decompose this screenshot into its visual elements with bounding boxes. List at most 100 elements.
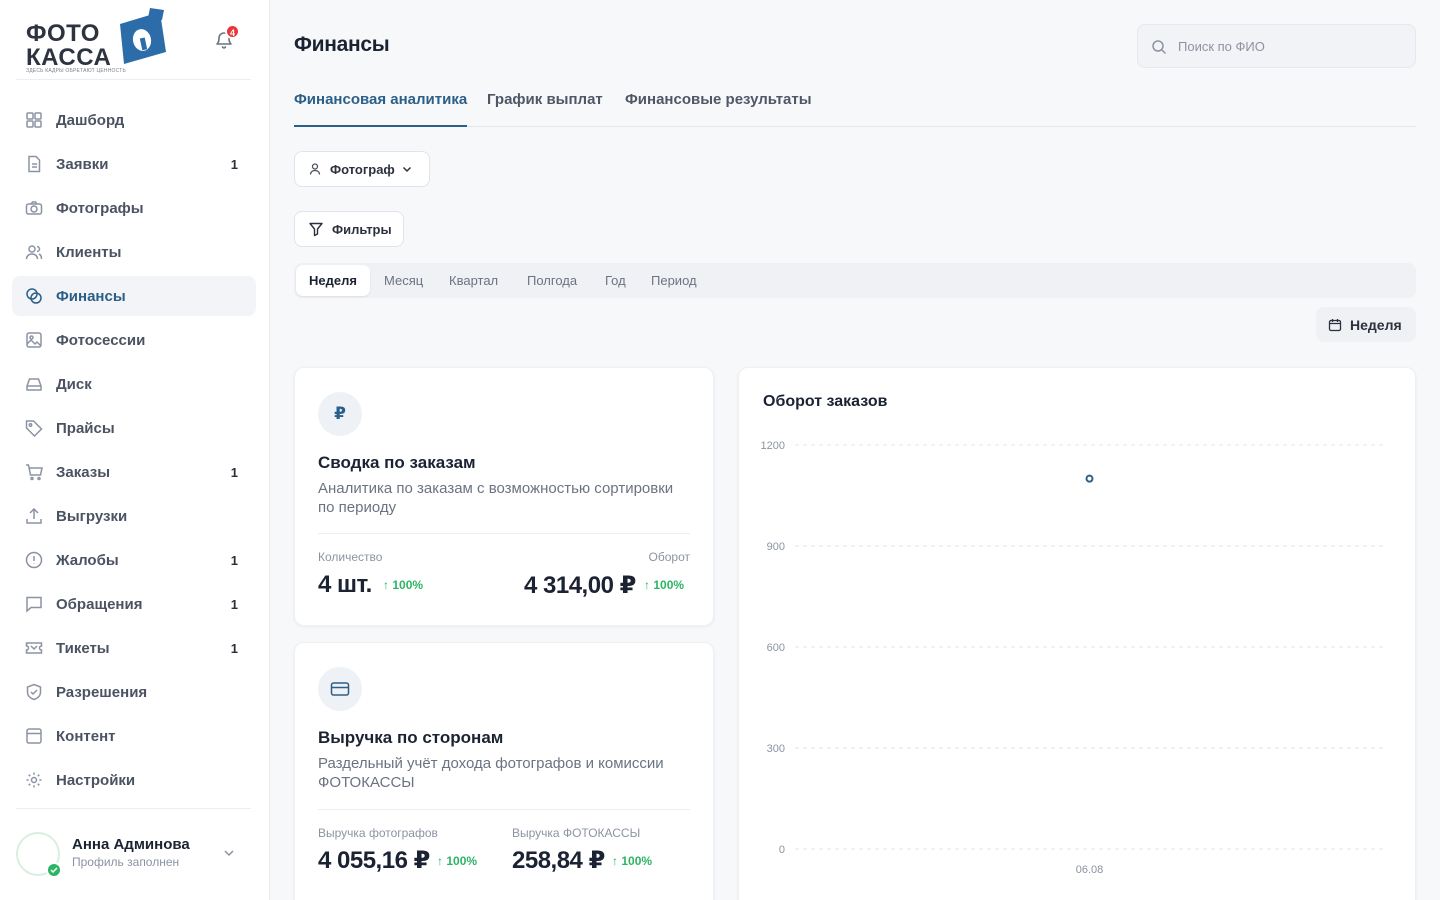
sidebar-item[interactable]: Фотосессии xyxy=(12,320,256,360)
page-title: Финансы xyxy=(294,33,390,56)
logo-camera-icon xyxy=(120,8,166,64)
sidebar-item[interactable]: Разрешения xyxy=(12,672,256,712)
period-year[interactable]: Год xyxy=(605,265,626,296)
user-icon xyxy=(309,163,321,175)
platform-revenue-value: 258,84 ₽ xyxy=(512,847,605,874)
sidebar-item[interactable]: Жалобы 1 xyxy=(12,540,256,580)
sidebar-item[interactable]: Контент xyxy=(12,716,256,756)
order-turnover-chart: 0 300 600 900 1200 06.08 xyxy=(761,440,1384,876)
period-custom[interactable]: Период xyxy=(651,265,697,296)
alert-icon xyxy=(24,550,44,570)
cart-icon xyxy=(24,462,44,482)
platform-revenue-delta-value: 100% xyxy=(621,854,653,868)
user-profile[interactable]: Анна Админова Профиль заполнен xyxy=(16,830,246,878)
sidebar-item-label: Обращения xyxy=(56,595,143,613)
logo[interactable]: ФОТО КАССА ЗДЕСЬ КАДРЫ ОБРЕТАЮТ ЦЕННОСТЬ xyxy=(26,8,168,76)
turnover-delta-value: 100% xyxy=(653,578,685,592)
sidebar-item-label: Финансы xyxy=(56,287,126,305)
sidebar-item-label: Выгрузки xyxy=(56,507,128,525)
quantity-label: Количество xyxy=(318,550,383,564)
sidebar-item[interactable]: Дашборд xyxy=(12,100,256,140)
tabs: Финансовая аналитика График выплат Финан… xyxy=(294,88,1416,127)
sidebar-item-label: Контент xyxy=(56,727,116,745)
quantity-delta: ↑ 100% xyxy=(383,578,423,592)
user-status: Профиль заполнен xyxy=(72,855,180,869)
sidebar-item-label: Заказы xyxy=(56,463,111,481)
chevron-down-icon xyxy=(402,166,411,173)
divider xyxy=(318,533,690,534)
shield-icon xyxy=(24,682,44,702)
date-range-button[interactable]: Неделя xyxy=(1316,307,1416,342)
sidebar-item-label: Дашборд xyxy=(56,111,125,129)
y-tick-label: 0 xyxy=(779,844,785,856)
arrow-up-icon: ↑ xyxy=(644,578,654,592)
tab-payout-schedule[interactable]: График выплат xyxy=(487,88,603,126)
card-title: Выручка по сторонам xyxy=(318,728,504,747)
sidebar-item[interactable]: Выгрузки xyxy=(12,496,256,536)
sidebar-item[interactable]: Прайсы xyxy=(12,408,256,448)
sidebar-item[interactable]: Финансы xyxy=(12,276,256,316)
tab-financial-analytics[interactable]: Финансовая аналитика xyxy=(294,88,468,127)
logo-line-1: ФОТО xyxy=(26,20,100,47)
role-select-value: Фотограф xyxy=(330,161,395,177)
sidebar-item[interactable]: Диск xyxy=(12,364,256,404)
calendar-icon xyxy=(1328,318,1342,331)
sidebar-item-label: Прайсы xyxy=(56,419,115,437)
search-box[interactable] xyxy=(1137,24,1416,68)
sidebar-item[interactable]: Заказы 1 xyxy=(12,452,256,492)
sidebar-item-count: 1 xyxy=(230,552,238,568)
document-icon xyxy=(24,154,44,174)
role-select[interactable]: Фотограф xyxy=(294,151,430,187)
upload-icon xyxy=(24,506,44,526)
credit-card-icon xyxy=(318,667,362,711)
user-name: Анна Админова xyxy=(72,836,190,853)
camera-icon xyxy=(24,198,44,218)
order-turnover-chart-card: Оборот заказов 0 300 600 900 1200 06.08 xyxy=(738,367,1416,900)
sidebar-item[interactable]: Клиенты xyxy=(12,232,256,272)
date-range-label: Неделя xyxy=(1350,316,1402,333)
filter-icon xyxy=(309,222,323,237)
divider xyxy=(16,808,251,809)
arrow-up-icon: ↑ xyxy=(383,578,393,592)
filters-button[interactable]: Фильтры xyxy=(294,211,404,247)
period-month[interactable]: Месяц xyxy=(384,265,423,296)
sidebar-item-label: Диск xyxy=(56,375,92,393)
notification-badge: 4 xyxy=(225,24,240,39)
ruble-icon: ₽ xyxy=(318,392,362,436)
sidebar-item-label: Фотографы xyxy=(56,199,144,217)
search-input[interactable] xyxy=(1178,25,1406,67)
sidebar-item[interactable]: Тикеты 1 xyxy=(12,628,256,668)
period-selector: Неделя Месяц Квартал Полгода Год Период xyxy=(294,263,1416,298)
card-description: Раздельный учёт дохода фотографов и коми… xyxy=(318,755,664,791)
sidebar-item[interactable]: Фотографы xyxy=(12,188,256,228)
dashboard-icon xyxy=(24,110,44,130)
divider xyxy=(318,809,690,810)
sidebar-item-label: Настройки xyxy=(56,771,136,789)
period-week[interactable]: Неделя xyxy=(296,265,370,296)
chart-data-point[interactable] xyxy=(1085,474,1094,483)
tag-icon xyxy=(24,418,44,438)
sidebar-item-label: Жалобы xyxy=(56,551,119,569)
arrow-up-icon: ↑ xyxy=(612,854,622,868)
chevron-down-icon[interactable] xyxy=(222,846,236,860)
revenue-split-card: Выручка по сторонам Раздельный учёт дохо… xyxy=(294,642,714,900)
quantity-delta-value: 100% xyxy=(392,578,424,592)
y-tick-label: 1200 xyxy=(761,440,785,452)
message-icon xyxy=(24,594,44,614)
quantity-value: 4 шт. xyxy=(318,571,372,598)
tab-financial-results[interactable]: Финансовые результаты xyxy=(625,88,812,126)
filters-label: Фильтры xyxy=(332,221,392,237)
y-tick-label: 600 xyxy=(767,642,785,654)
sidebar-item[interactable]: Заявки 1 xyxy=(12,144,256,184)
photographers-revenue-delta: ↑ 100% xyxy=(437,854,477,868)
search-icon xyxy=(1152,40,1167,55)
period-quarter[interactable]: Квартал xyxy=(449,265,498,296)
x-tick-label: 06.08 xyxy=(1076,864,1104,876)
sidebar-item-count: 1 xyxy=(230,640,238,656)
period-half-year[interactable]: Полгода xyxy=(527,265,577,296)
sidebar-item[interactable]: Обращения 1 xyxy=(12,584,256,624)
sidebar-item-label: Разрешения xyxy=(56,683,148,701)
sidebar-item[interactable]: Настройки xyxy=(12,760,256,800)
turnover-value: 4 314,00 ₽ xyxy=(524,572,636,599)
sidebar-item-label: Заявки xyxy=(56,155,109,173)
